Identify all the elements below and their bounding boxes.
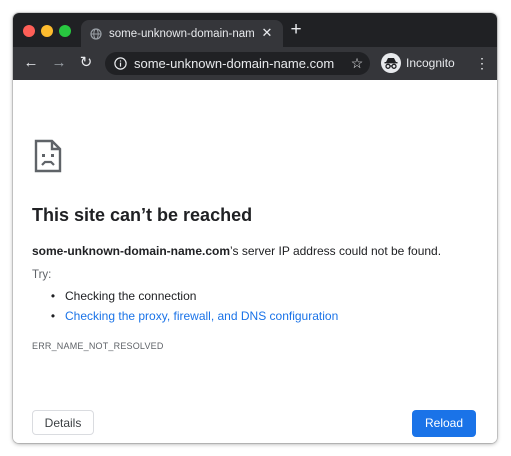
- incognito-label[interactable]: Incognito: [406, 56, 461, 71]
- bookmark-star-icon[interactable]: ☆: [349, 55, 365, 71]
- suggestion-list: • Checking the connection • Checking the…: [32, 286, 472, 326]
- error-description-rest: ’s server IP address could not be found.: [230, 244, 442, 258]
- info-icon[interactable]: [114, 57, 127, 70]
- suggestion-text: Checking the connection: [65, 289, 197, 303]
- minimize-window-button[interactable]: [41, 25, 53, 37]
- tab-strip: some-unknown-domain-name ✕ +: [13, 13, 497, 47]
- suggestion-item: • Checking the proxy, firewall, and DNS …: [32, 306, 472, 326]
- error-page: This site can’t be reached some-unknown-…: [13, 80, 497, 443]
- error-domain: some-unknown-domain-name.com: [32, 244, 231, 258]
- close-window-button[interactable]: [23, 25, 35, 37]
- tab-active[interactable]: some-unknown-domain-name ✕: [81, 20, 283, 47]
- browser-window: some-unknown-domain-name ✕ + ← → ↻ some-…: [13, 13, 497, 443]
- bullet-icon: •: [50, 309, 56, 323]
- bullet-icon: •: [50, 289, 56, 303]
- details-button[interactable]: Details: [32, 410, 94, 435]
- url-text: some-unknown-domain-name.com: [134, 56, 335, 71]
- sad-page-icon: [32, 138, 64, 174]
- page-title: This site can’t be reached: [32, 205, 253, 225]
- tab-close-icon[interactable]: ✕: [260, 26, 274, 40]
- back-icon[interactable]: ←: [23, 55, 39, 71]
- more-menu-icon[interactable]: ⋮: [475, 55, 489, 71]
- error-code: ERR_NAME_NOT_RESOLVED: [32, 341, 164, 351]
- try-label: Try:: [32, 269, 52, 281]
- tab-title: some-unknown-domain-name: [109, 28, 254, 40]
- address-bar[interactable]: some-unknown-domain-name.com: [105, 52, 370, 75]
- maximize-window-button[interactable]: [59, 25, 71, 37]
- error-description: some-unknown-domain-name.com’s server IP…: [32, 243, 487, 259]
- proxy-firewall-dns-link[interactable]: Checking the proxy, firewall, and DNS co…: [65, 309, 338, 323]
- new-tab-button[interactable]: +: [288, 20, 304, 39]
- incognito-icon[interactable]: [381, 53, 401, 73]
- toolbar: ← → ↻ some-unknown-domain-name.com ☆ Inc…: [13, 47, 497, 80]
- globe-icon: [90, 27, 102, 40]
- reload-button[interactable]: Reload: [412, 410, 476, 437]
- reload-icon[interactable]: ↻: [78, 55, 94, 71]
- suggestion-item: • Checking the connection: [32, 286, 472, 306]
- forward-icon[interactable]: →: [51, 55, 67, 71]
